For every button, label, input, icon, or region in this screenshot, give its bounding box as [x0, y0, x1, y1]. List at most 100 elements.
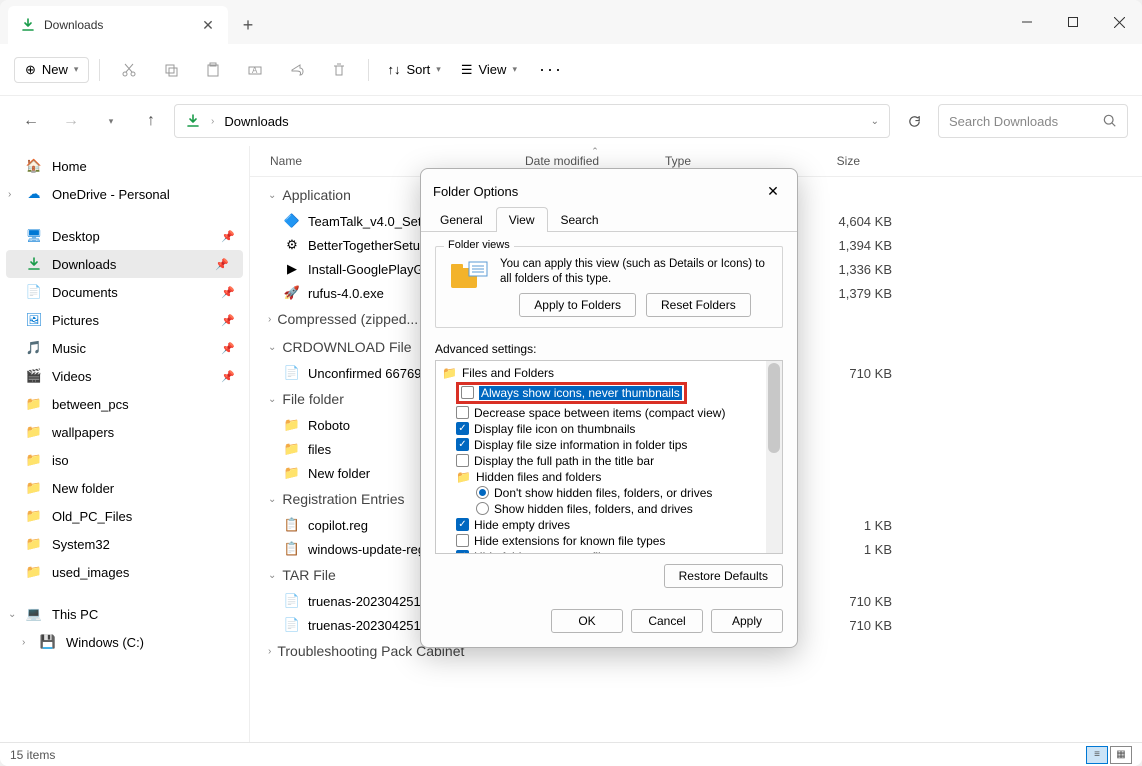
sidebar-item-wallpapers[interactable]: 📁 wallpapers: [0, 418, 249, 446]
chevron-down-icon[interactable]: ⌄: [871, 116, 879, 127]
icons-view-toggle[interactable]: ▦: [1110, 746, 1132, 764]
checkbox-checked[interactable]: ✓: [456, 422, 469, 435]
forward-button[interactable]: →: [54, 104, 88, 138]
tree-label: Display file size information in folder …: [474, 438, 687, 452]
sidebar-item-downloads[interactable]: Downloads 📌: [6, 250, 243, 278]
ok-button[interactable]: OK: [551, 609, 623, 633]
tree-label: Always show icons, never thumbnails: [479, 386, 682, 400]
refresh-button[interactable]: [896, 104, 932, 138]
sidebar-item-music[interactable]: 🎵 Music 📌: [0, 334, 249, 362]
up-button[interactable]: ↑: [134, 104, 168, 138]
restore-defaults-button[interactable]: Restore Defaults: [664, 564, 783, 588]
checkbox[interactable]: [456, 534, 469, 547]
tab-view[interactable]: View: [496, 207, 548, 232]
apply-to-folders-button[interactable]: Apply to Folders: [519, 293, 636, 317]
checkbox-checked[interactable]: ✓: [456, 438, 469, 451]
fv-description: You can apply this view (such as Details…: [500, 257, 770, 287]
cancel-button[interactable]: Cancel: [631, 609, 703, 633]
new-tab-button[interactable]: +: [228, 6, 268, 44]
sidebar-item-documents[interactable]: 📄 Documents 📌: [0, 278, 249, 306]
more-button[interactable]: ···: [529, 59, 573, 80]
delete-button[interactable]: [320, 53, 358, 87]
rename-button[interactable]: A: [236, 53, 274, 87]
col-name[interactable]: Name: [270, 154, 525, 168]
sidebar-item-home[interactable]: 🏠 Home: [0, 152, 249, 180]
reset-folders-button[interactable]: Reset Folders: [646, 293, 751, 317]
tree-item-show-hidden[interactable]: Show hidden files, folders, and drives: [438, 501, 780, 517]
cut-button[interactable]: [110, 53, 148, 87]
recent-button[interactable]: ▾: [94, 104, 128, 138]
tree-item-hide-merge[interactable]: ✓Hide folder merge conflicts: [438, 549, 780, 554]
folder-views-group: Folder views You can apply this view (su…: [435, 246, 783, 328]
tree-item-display-size[interactable]: ✓ Display file size information in folder…: [438, 437, 780, 453]
checkbox-checked[interactable]: ✓: [456, 518, 469, 531]
dialog-close-button[interactable]: ✕: [761, 179, 785, 203]
sidebar-item-iso[interactable]: 📁 iso: [0, 446, 249, 474]
folder-icon: 📁: [284, 441, 300, 457]
sidebar-item-onedrive[interactable]: › ☁ OneDrive - Personal: [0, 180, 249, 208]
radio[interactable]: [476, 502, 489, 515]
tab-close-button[interactable]: ✕: [200, 17, 216, 33]
titlebar: Downloads ✕ +: [0, 0, 1142, 44]
tab-downloads[interactable]: Downloads ✕: [8, 6, 228, 44]
col-type[interactable]: Type: [665, 154, 780, 168]
sidebar-item-old-pc[interactable]: 📁 Old_PC_Files: [0, 502, 249, 530]
apply-button[interactable]: Apply: [711, 609, 783, 633]
sort-button[interactable]: ↑↓ Sort ▾: [379, 58, 448, 81]
sidebar-label: wallpapers: [52, 425, 114, 440]
sidebar-item-system32[interactable]: 📁 System32: [0, 530, 249, 558]
address-bar[interactable]: › Downloads ⌄: [174, 104, 890, 138]
copy-button[interactable]: [152, 53, 190, 87]
close-button[interactable]: [1096, 0, 1142, 44]
view-button[interactable]: ☰ View ▾: [453, 58, 525, 82]
checkbox-checked[interactable]: ✓: [456, 550, 469, 554]
tree-item-dont-show-hidden[interactable]: Don't show hidden files, folders, or dri…: [438, 485, 780, 501]
file-size: 1 KB: [812, 518, 892, 533]
sidebar-label: Music: [52, 341, 86, 356]
tree-label: Files and Folders: [462, 366, 554, 380]
radio-selected[interactable]: [476, 486, 489, 499]
col-date[interactable]: ⌃Date modified: [525, 154, 665, 168]
new-button[interactable]: ⊕ New ▾: [14, 57, 89, 83]
sidebar-item-windows-c[interactable]: › 💾 Windows (C:): [0, 628, 249, 656]
sidebar-item-this-pc[interactable]: ⌄ 💻 This PC: [0, 600, 249, 628]
sidebar-item-videos[interactable]: 🎬 Videos 📌: [0, 362, 249, 390]
tab-search[interactable]: Search: [548, 207, 612, 232]
sidebar-item-used-images[interactable]: 📁 used_images: [0, 558, 249, 586]
paste-button[interactable]: [194, 53, 232, 87]
separator: [368, 59, 369, 81]
checkbox[interactable]: [461, 386, 474, 399]
advanced-settings-tree[interactable]: 📁Files and Folders Always show icons, ne…: [435, 360, 783, 554]
maximize-button[interactable]: [1050, 0, 1096, 44]
chevron-right-icon[interactable]: ›: [8, 189, 11, 200]
sidebar-label: Documents: [52, 285, 118, 300]
tree-item-hide-empty[interactable]: ✓Hide empty drives: [438, 517, 780, 533]
share-button[interactable]: [278, 53, 316, 87]
sidebar-label: Windows (C:): [66, 635, 144, 650]
checkbox[interactable]: [456, 406, 469, 419]
col-size[interactable]: Size: [780, 154, 860, 168]
sidebar-item-between-pcs[interactable]: 📁 between_pcs: [0, 390, 249, 418]
tree-root-files-folders[interactable]: 📁Files and Folders: [438, 365, 780, 381]
checkbox[interactable]: [456, 454, 469, 467]
chevron-right-icon[interactable]: ›: [22, 637, 25, 648]
scrollbar-thumb[interactable]: [768, 363, 780, 453]
tree-item-always-icons[interactable]: Always show icons, never thumbnails: [438, 381, 780, 405]
tab-general[interactable]: General: [427, 207, 496, 232]
sidebar-item-desktop[interactable]: 🖥 Desktop 📌: [0, 222, 249, 250]
tree-item-hide-ext[interactable]: Hide extensions for known file types: [438, 533, 780, 549]
details-view-toggle[interactable]: ≡: [1086, 746, 1108, 764]
back-button[interactable]: ←: [14, 104, 48, 138]
chevron-down-icon[interactable]: ⌄: [8, 609, 16, 620]
sidebar-item-pictures[interactable]: 🖼 Pictures 📌: [0, 306, 249, 334]
sidebar-item-new-folder[interactable]: 📁 New folder: [0, 474, 249, 502]
view-label: View: [478, 62, 506, 77]
minimize-button[interactable]: [1004, 0, 1050, 44]
tree-item-display-icon[interactable]: ✓Display file icon on thumbnails: [438, 421, 780, 437]
scrollbar[interactable]: [766, 361, 782, 553]
tree-item-hidden-group[interactable]: 📁Hidden files and folders: [438, 469, 780, 485]
tree-item-decrease-space[interactable]: Decrease space between items (compact vi…: [438, 405, 780, 421]
search-input[interactable]: Search Downloads: [938, 104, 1128, 138]
breadcrumb-downloads[interactable]: Downloads: [224, 114, 288, 129]
tree-item-display-path[interactable]: Display the full path in the title bar: [438, 453, 780, 469]
